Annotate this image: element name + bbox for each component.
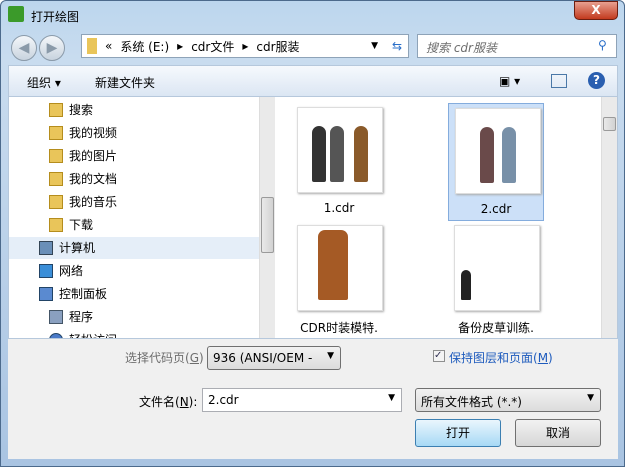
forward-button[interactable]: ▶	[39, 35, 65, 61]
tree-item-search[interactable]: 搜索	[49, 99, 93, 121]
refresh-icon[interactable]: ⇆	[392, 39, 402, 53]
tree-item-videos[interactable]: 我的视频	[49, 122, 117, 144]
file-item-selected[interactable]: 2.cdr	[448, 103, 544, 221]
file-name: 备份皮草训练.	[458, 321, 534, 335]
back-button[interactable]: ◀	[11, 35, 37, 61]
tree-item-computer[interactable]: 计算机	[9, 237, 259, 259]
breadcrumb-overflow[interactable]: «	[105, 39, 112, 53]
close-button[interactable]: X	[574, 1, 618, 20]
network-icon	[39, 264, 53, 278]
breadcrumb-item[interactable]: 系统 (E:)	[120, 38, 169, 55]
navigation-tree: 搜索 我的视频 我的图片 我的文档 我的音乐 下载 计算机 网络 控制面板 程序…	[9, 97, 267, 338]
file-item[interactable]: 备份皮草训练.	[448, 221, 544, 339]
keep-layers-checkbox[interactable]: ✓	[433, 350, 445, 362]
open-dialog: 打开绘图 X ◀ ▶ « 系统 (E:) ▸ cdr文件 ▸ cdr服装 ▼ ⇆ 搜…	[0, 0, 625, 467]
filename-label: 文件名(N):	[139, 395, 198, 409]
search-icon[interactable]: ⚲	[598, 38, 607, 52]
file-thumbnail	[297, 225, 383, 311]
file-thumbnail	[454, 225, 540, 311]
search-input[interactable]: 搜索 cdr服装	[417, 34, 617, 58]
address-bar[interactable]: « 系统 (E:) ▸ cdr文件 ▸ cdr服装 ▼ ⇆	[81, 34, 409, 58]
filename-input[interactable]: 2.cdr ▼	[202, 388, 402, 412]
tree-item-pictures[interactable]: 我的图片	[49, 145, 117, 167]
filetype-select[interactable]: 所有文件格式 (*.*) ▼	[415, 388, 601, 412]
file-name: 1.cdr	[323, 201, 355, 215]
folder-icon	[49, 103, 63, 117]
tree-item-network[interactable]: 网络	[39, 260, 83, 282]
app-icon	[8, 6, 24, 22]
window-title: 打开绘图	[31, 10, 80, 24]
browser-panel: 搜索 我的视频 我的图片 我的文档 我的音乐 下载 计算机 网络 控制面板 程序…	[8, 96, 618, 339]
tree-item-downloads[interactable]: 下载	[49, 214, 93, 236]
codepage-label: 选择代码页(G)	[125, 351, 204, 365]
tree-item-programs[interactable]: 程序	[49, 306, 93, 328]
new-folder-button[interactable]: 新建文件夹	[95, 74, 155, 91]
folder-icon	[49, 126, 63, 140]
control-panel-icon	[39, 287, 53, 301]
folder-icon	[49, 149, 63, 163]
breadcrumb-item[interactable]: cdr服装	[256, 38, 299, 55]
codepage-select[interactable]: 936 (ANSI/OEM - ▼	[207, 346, 341, 370]
breadcrumb-item[interactable]: cdr文件	[191, 38, 234, 55]
scrollbar-thumb[interactable]	[603, 117, 616, 131]
folder-icon	[87, 38, 97, 54]
tree-item-accessibility[interactable]: 轻松访问	[49, 329, 117, 338]
download-folder-icon	[49, 218, 63, 232]
file-thumbnail	[297, 107, 383, 193]
tree-item-documents[interactable]: 我的文档	[49, 168, 117, 190]
programs-icon	[49, 310, 63, 324]
file-name: 2.cdr	[480, 202, 512, 216]
scrollbar-thumb[interactable]	[261, 197, 274, 253]
toolbar: 组织 ▾ 新建文件夹 ▣ ▾ ?	[8, 65, 618, 96]
help-icon[interactable]: ?	[588, 72, 605, 89]
folder-icon	[49, 172, 63, 186]
computer-icon	[39, 241, 53, 255]
open-button[interactable]: 打开	[415, 419, 501, 447]
options-area: 选择代码页(G) 936 (ANSI/OEM - ▼ ✓ 保持图层和页面(M) 文…	[8, 339, 618, 459]
file-scrollbar[interactable]	[601, 97, 617, 338]
file-item[interactable]: CDR时装模特.	[291, 221, 387, 339]
preview-pane-icon[interactable]	[551, 74, 567, 88]
folder-icon	[49, 195, 63, 209]
address-dropdown-icon[interactable]: ▼	[371, 41, 378, 51]
file-thumbnail	[455, 108, 541, 194]
file-grid: 1.cdr 2.cdr CDR时装模特. 备份皮草训练.	[285, 97, 601, 338]
file-item[interactable]: 1.cdr	[291, 103, 387, 221]
file-name: CDR时装模特.	[300, 321, 378, 335]
view-icon[interactable]: ▣ ▾	[499, 74, 520, 88]
accessibility-icon	[49, 333, 63, 338]
tree-item-music[interactable]: 我的音乐	[49, 191, 117, 213]
keep-layers-label[interactable]: 保持图层和页面(M)	[449, 349, 553, 366]
organize-menu[interactable]: 组织 ▾	[27, 74, 61, 91]
tree-item-control-panel[interactable]: 控制面板	[39, 283, 107, 305]
cancel-button[interactable]: 取消	[515, 419, 601, 447]
tree-scrollbar[interactable]	[259, 97, 275, 338]
